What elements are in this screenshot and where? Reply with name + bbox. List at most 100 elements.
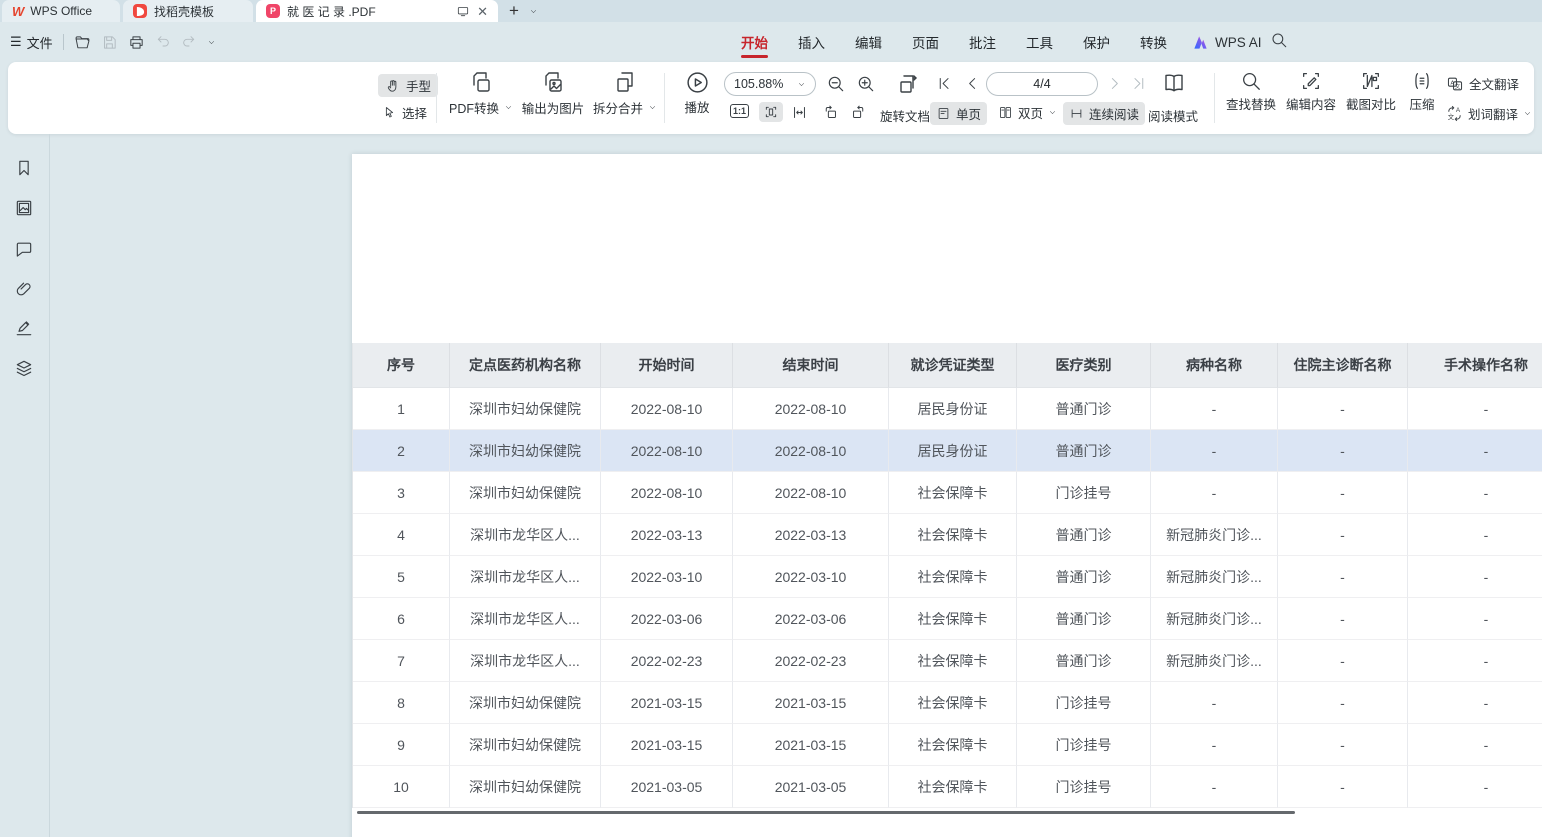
- chevron-down-icon: [797, 80, 806, 89]
- zoom-level-select[interactable]: 105.88%: [724, 72, 816, 96]
- table-cell: 深圳市妇幼保健院: [450, 682, 601, 724]
- ribbon-tab-convert[interactable]: 转换: [1125, 22, 1182, 62]
- table-cell: 2021-03-15: [733, 724, 889, 766]
- tab-list-chevron-icon[interactable]: [529, 7, 538, 16]
- hand-tool-button[interactable]: 手型: [378, 74, 438, 97]
- print-icon[interactable]: [128, 34, 145, 51]
- table-row[interactable]: 3深圳市妇幼保健院2022-08-102022-08-10社会保障卡门诊挂号--…: [353, 472, 1542, 514]
- fit-page-button[interactable]: [759, 102, 783, 122]
- table-cell: 4: [353, 514, 450, 556]
- open-file-icon[interactable]: [74, 34, 91, 51]
- rotate-right-icon[interactable]: [850, 104, 867, 121]
- first-page-icon[interactable]: [936, 75, 953, 92]
- document-viewport[interactable]: 序号定点医药机构名称开始时间结束时间就诊凭证类型医疗类别病种名称住院主诊断名称手…: [50, 134, 1542, 837]
- last-page-icon[interactable]: [1130, 75, 1147, 92]
- layers-icon[interactable]: [14, 358, 34, 378]
- wps-ai-icon: [1192, 35, 1209, 50]
- save-icon[interactable]: [101, 34, 118, 51]
- swap-pages-icon[interactable]: [896, 72, 920, 96]
- undo-icon[interactable]: [155, 34, 171, 50]
- edit-content-button[interactable]: 编辑内容: [1282, 70, 1340, 113]
- next-page-icon[interactable]: [1106, 75, 1123, 92]
- ribbon-tab-home[interactable]: 开始: [726, 22, 783, 62]
- compress-button[interactable]: 压缩: [1400, 70, 1444, 113]
- table-row[interactable]: 8深圳市妇幼保健院2021-03-152021-03-15社会保障卡门诊挂号--…: [353, 682, 1542, 724]
- table-cell: 2021-03-15: [601, 724, 733, 766]
- table-cell: 2022-08-10: [601, 430, 733, 472]
- redo-icon[interactable]: [181, 34, 197, 50]
- column-header: 定点医药机构名称: [450, 343, 601, 388]
- ribbon-tab-page[interactable]: 页面: [897, 22, 954, 62]
- table-row[interactable]: 7深圳市龙华区人...2022-02-232022-02-23社会保障卡普通门诊…: [353, 640, 1542, 682]
- continuous-read-button[interactable]: 连续阅读: [1063, 102, 1145, 125]
- tab-document-pdf[interactable]: P 就 医 记 录 .PDF ✕: [256, 0, 498, 22]
- pdf-convert-button[interactable]: W PDF转换: [446, 70, 516, 117]
- ribbon-toolbar: 手型 选择 W PDF转换 输出为图片 拆分合并: [8, 62, 1534, 134]
- table-row[interactable]: 5深圳市龙华区人...2022-03-102022-03-10社会保障卡普通门诊…: [353, 556, 1542, 598]
- table-cell: -: [1278, 388, 1408, 430]
- play-button[interactable]: 播放: [674, 70, 720, 116]
- page-number-input[interactable]: [986, 72, 1098, 96]
- table-body: 1深圳市妇幼保健院2022-08-102022-08-10居民身份证普通门诊--…: [353, 388, 1542, 808]
- signature-icon[interactable]: [14, 318, 34, 338]
- thumbnails-icon[interactable]: [14, 198, 34, 218]
- ribbon-tab-edit[interactable]: 编辑: [840, 22, 897, 62]
- read-mode-button[interactable]: 阅读模式: [1148, 106, 1198, 125]
- bookmarks-icon[interactable]: [14, 158, 34, 178]
- ribbon-tab-protect[interactable]: 保护: [1068, 22, 1125, 62]
- table-row[interactable]: 2深圳市妇幼保健院2022-08-102022-08-10居民身份证普通门诊--…: [353, 430, 1542, 472]
- split-merge-button[interactable]: 拆分合并: [590, 70, 660, 117]
- table-row[interactable]: 9深圳市妇幼保健院2021-03-152021-03-15社会保障卡门诊挂号--…: [353, 724, 1542, 766]
- tab-wps-office[interactable]: W WPS Office: [2, 0, 120, 22]
- file-menu-button[interactable]: ☰ 文件: [10, 33, 53, 52]
- wps-ai-button[interactable]: WPS AI: [1192, 22, 1262, 62]
- table-cell: 深圳市妇幼保健院: [450, 766, 601, 808]
- actual-size-button[interactable]: 1:1: [730, 104, 749, 118]
- ribbon-tab-insert[interactable]: 插入: [783, 22, 840, 62]
- single-page-button[interactable]: 单页: [930, 102, 987, 125]
- search-icon[interactable]: [1270, 31, 1288, 49]
- compress-icon: [1411, 70, 1433, 92]
- table-row[interactable]: 6深圳市龙华区人...2022-03-062022-03-06社会保障卡普通门诊…: [353, 598, 1542, 640]
- full-translate-icon: A 文: [1446, 76, 1464, 92]
- column-header: 病种名称: [1151, 343, 1278, 388]
- ribbon-tab-tools[interactable]: 工具: [1011, 22, 1068, 62]
- zoom-in-icon[interactable]: [856, 74, 876, 94]
- table-horizontal-scrollbar[interactable]: [357, 811, 1295, 814]
- zoom-out-icon[interactable]: [826, 74, 846, 94]
- pdf-page[interactable]: 序号定点医药机构名称开始时间结束时间就诊凭证类型医疗类别病种名称住院主诊断名称手…: [352, 154, 1542, 837]
- screenshot-compare-button[interactable]: 截图对比: [1342, 70, 1400, 113]
- table-header-row: 序号定点医药机构名称开始时间结束时间就诊凭证类型医疗类别病种名称住院主诊断名称手…: [353, 343, 1542, 388]
- close-tab-icon[interactable]: ✕: [477, 5, 488, 18]
- find-replace-button[interactable]: 查找替换: [1222, 70, 1280, 113]
- cursor-icon: [382, 105, 397, 120]
- attachments-icon[interactable]: [14, 279, 34, 299]
- rotate-left-icon[interactable]: [822, 104, 839, 121]
- quickbar-chevron-icon[interactable]: [207, 38, 216, 47]
- full-translate-button[interactable]: A 文 全文翻译: [1446, 74, 1519, 93]
- ribbon-tab-annotate[interactable]: 批注: [954, 22, 1011, 62]
- table-cell: 2022-03-13: [601, 514, 733, 556]
- read-mode-icon: [1162, 71, 1186, 95]
- export-image-button[interactable]: 输出为图片: [518, 70, 588, 117]
- new-tab-button[interactable]: +: [509, 1, 519, 21]
- table-row[interactable]: 1深圳市妇幼保健院2022-08-102022-08-10居民身份证普通门诊--…: [353, 388, 1542, 430]
- previous-page-icon[interactable]: [964, 75, 981, 92]
- table-cell: 1: [353, 388, 450, 430]
- double-page-button[interactable]: 双页: [998, 103, 1057, 122]
- rotate-doc-button[interactable]: 旋转文档: [880, 106, 930, 125]
- divider: [1214, 73, 1215, 123]
- comments-icon[interactable]: [14, 239, 34, 259]
- table-cell: -: [1151, 388, 1278, 430]
- chevron-down-icon: [648, 103, 657, 112]
- table-cell: 门诊挂号: [1017, 766, 1151, 808]
- word-translate-button[interactable]: 文 A 划词翻译: [1446, 104, 1532, 123]
- select-tool-button[interactable]: 选择: [382, 103, 427, 122]
- tab-docer-templates[interactable]: 找稻壳模板: [123, 0, 253, 22]
- fit-width-icon[interactable]: [791, 104, 808, 121]
- table-cell: 普通门诊: [1017, 514, 1151, 556]
- screen-share-icon[interactable]: [456, 4, 470, 18]
- table-row[interactable]: 10深圳市妇幼保健院2021-03-052021-03-05社会保障卡门诊挂号-…: [353, 766, 1542, 808]
- table-row[interactable]: 4深圳市龙华区人...2022-03-132022-03-13社会保障卡普通门诊…: [353, 514, 1542, 556]
- table-cell: 2022-02-23: [601, 640, 733, 682]
